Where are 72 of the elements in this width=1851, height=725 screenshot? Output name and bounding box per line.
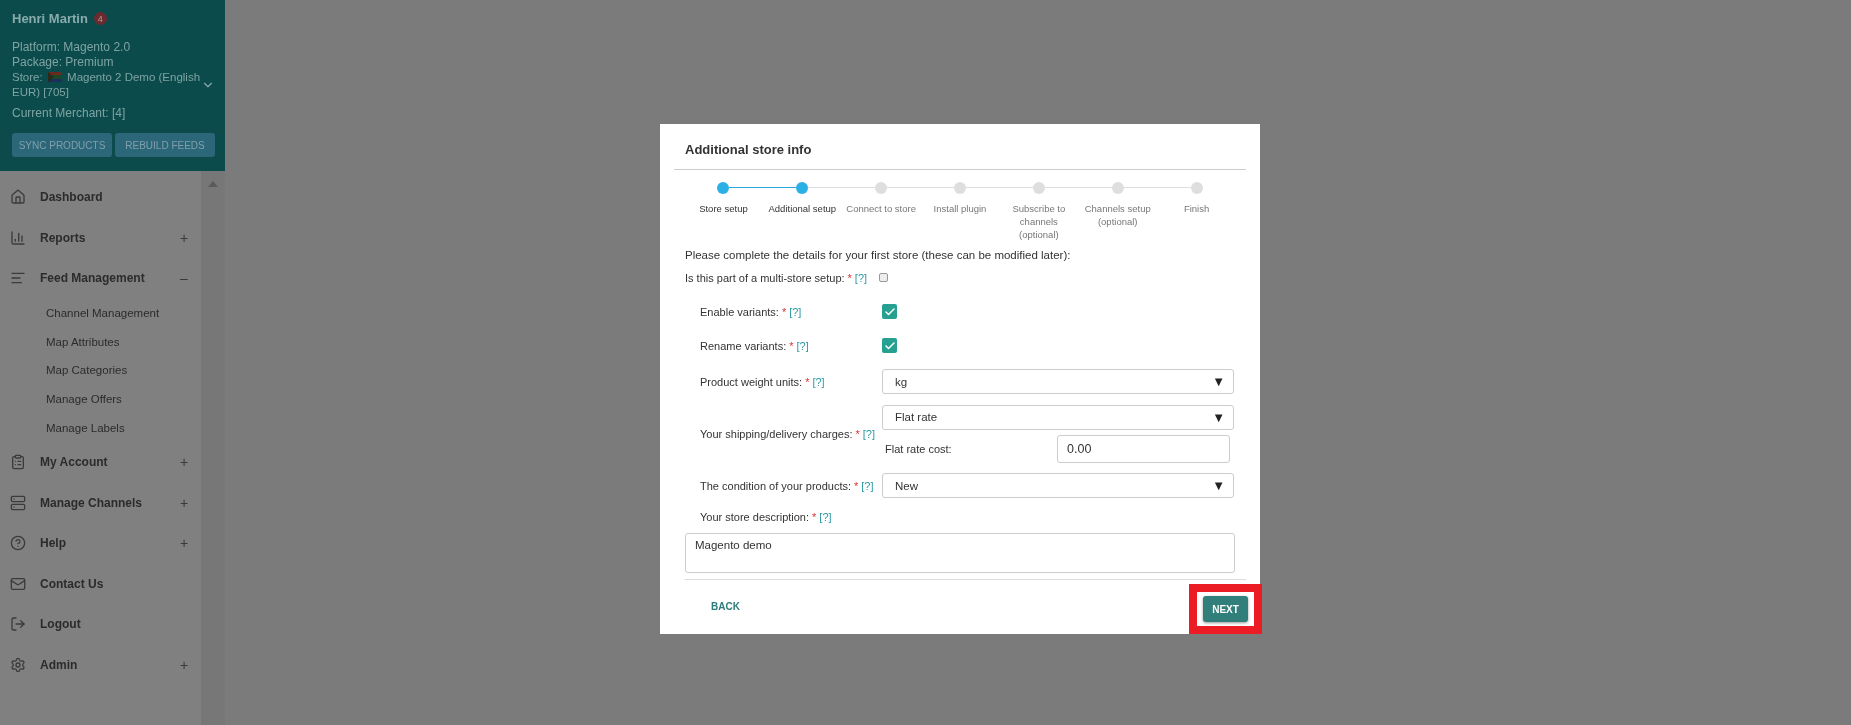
required-mark: * <box>781 305 787 318</box>
required-mark: * <box>855 427 860 440</box>
checkbox[interactable] <box>882 338 897 354</box>
menu-item[interactable]: Help + <box>0 522 201 564</box>
back-button[interactable]: BACK <box>705 600 746 613</box>
step-label: Finish <box>1183 202 1210 215</box>
submenu-item[interactable]: Manage Labels <box>0 413 201 442</box>
menu-item[interactable]: Dashboard <box>0 177 201 218</box>
next-button[interactable]: NEXT <box>1203 596 1248 622</box>
notification-badge: 4 <box>93 12 107 25</box>
field-label: Product weight units: <box>700 375 803 388</box>
help-link[interactable]: [?] <box>789 305 802 318</box>
menu-item[interactable]: Manage Channels + <box>0 482 201 523</box>
cost-input[interactable]: 0.00 <box>1057 434 1230 463</box>
submenu-item[interactable]: Manage Offers <box>0 384 201 414</box>
field-label: Your shipping/delivery charges: <box>700 427 853 440</box>
checkbox[interactable] <box>879 273 889 283</box>
required-mark: * <box>812 510 817 523</box>
step-label: Connect to store <box>846 202 916 215</box>
intro-text: Please complete the details for your first store (these can be modified later): <box>684 248 1072 261</box>
logout-icon <box>10 616 26 633</box>
submenu-item[interactable]: Map Categories <box>0 355 201 385</box>
menu-item[interactable]: My Account + <box>0 441 201 483</box>
help-link[interactable]: [?] <box>854 271 868 284</box>
step-label: Install plugin <box>933 202 987 215</box>
field-label: The condition of your products: <box>700 479 852 492</box>
description-field[interactable]: Magento demo <box>685 532 1235 573</box>
help-link[interactable]: [?] <box>796 339 809 352</box>
merchant-text: Current Merchant: [4] <box>12 106 127 121</box>
flag-icon <box>47 72 62 82</box>
header-button[interactable]: SYNC PRODUCTS <box>12 133 112 157</box>
required-mark: * <box>854 479 859 492</box>
step-label: Store setup <box>699 202 748 215</box>
menu-item[interactable]: Feed Management – <box>0 258 201 299</box>
field-label: Is this part of a multi-store setup: <box>685 271 845 284</box>
help-icon <box>10 535 26 552</box>
step-label: Additional setup <box>768 202 837 215</box>
select-field[interactable]: Flat rate ▼ <box>882 404 1234 430</box>
menu-item[interactable]: Logout <box>0 603 201 645</box>
header-button[interactable]: REBUILD FEEDS <box>115 133 215 157</box>
select-field[interactable]: New ▼ <box>882 473 1234 499</box>
select-field[interactable]: kg ▼ <box>882 369 1234 395</box>
required-mark: * <box>789 339 794 352</box>
cost-label: Flat rate cost: <box>885 442 952 455</box>
help-link[interactable]: [?] <box>862 427 875 440</box>
field-label: Your store description: <box>700 510 810 523</box>
platform-text: Platform: Magento 2.0 <box>12 40 132 55</box>
home-icon <box>10 189 26 206</box>
server-icon <box>10 494 26 511</box>
mail-icon <box>10 575 26 592</box>
required-mark: * <box>847 271 852 284</box>
field-label: Rename variants: <box>700 339 787 352</box>
required-mark: * <box>805 375 810 388</box>
help-link[interactable]: [?] <box>861 479 874 492</box>
bar-chart-icon <box>10 229 26 246</box>
field-label: Enable variants: <box>700 305 779 318</box>
menu-item[interactable]: Admin + <box>0 644 201 685</box>
submenu-item[interactable]: Map Attributes <box>0 327 201 356</box>
store-text: Store: Magento 2 Demo (English EUR) [705] <box>12 70 202 100</box>
step-label: Channels setup (optional) <box>1083 202 1152 228</box>
checkbox[interactable] <box>882 304 897 320</box>
submenu-item[interactable]: Channel Management <box>0 298 201 328</box>
package-text: Package: Premium <box>12 55 115 70</box>
clipboard-icon <box>10 454 26 471</box>
help-link[interactable]: [?] <box>819 510 832 523</box>
dialog-title: Additional store info <box>674 142 1246 170</box>
settings-icon <box>10 656 26 673</box>
help-link[interactable]: [?] <box>812 375 825 388</box>
user-name: Henri Martin <box>12 11 88 26</box>
step-label: Subscribe to channels (optional) <box>1011 202 1067 241</box>
menu-item[interactable]: Contact Us <box>0 563 201 604</box>
menu-item[interactable]: Reports + <box>0 217 201 258</box>
